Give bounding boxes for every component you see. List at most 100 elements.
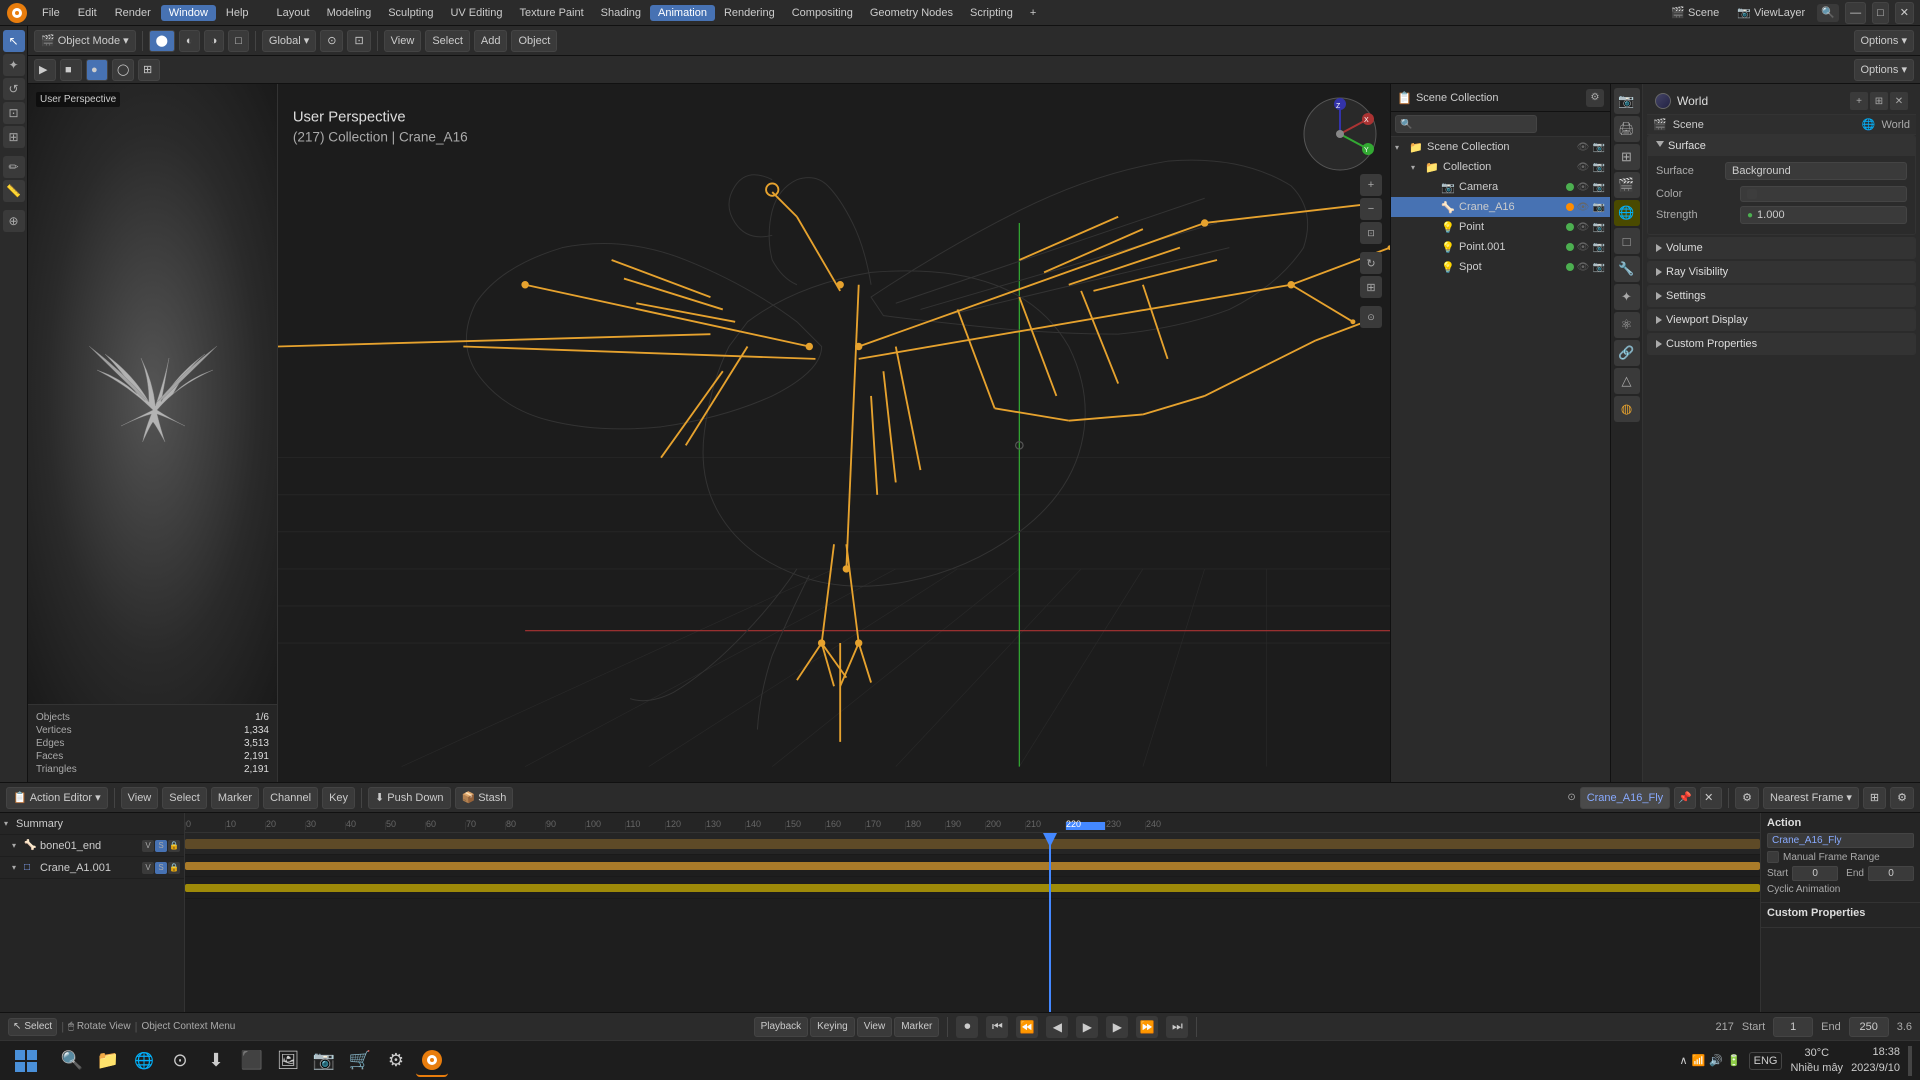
vp-zoom-out[interactable]: − — [1360, 198, 1382, 220]
view-shading-material[interactable]: ◐ — [179, 30, 200, 52]
ws-compositing[interactable]: Compositing — [784, 5, 861, 21]
start-button[interactable] — [8, 1043, 44, 1079]
skip-start-btn[interactable]: ⏮ — [986, 1016, 1008, 1038]
tool-move[interactable]: ✦ — [3, 54, 25, 76]
tree-collection[interactable]: ▾ 📁 Collection 👁 📷 — [1391, 157, 1610, 177]
play-btn[interactable]: ▶ — [1076, 1016, 1098, 1038]
tl-settings-btn[interactable]: ⚙ — [1890, 787, 1914, 809]
viewport-display-header[interactable]: Viewport Display — [1648, 310, 1915, 330]
cam-eye[interactable]: 👁 — [1576, 182, 1590, 193]
tool-annotate[interactable]: ✏ — [3, 156, 25, 178]
record-btn[interactable]: ⏺ — [956, 1016, 978, 1038]
vp-tool3[interactable]: ● — [86, 59, 108, 81]
tl-view-menu[interactable]: View — [121, 787, 159, 809]
tool-scale[interactable]: ⊡ — [3, 102, 25, 124]
prev-keyframe-btn[interactable]: ◀ — [1046, 1016, 1068, 1038]
network-icon[interactable]: 📶 — [1692, 1054, 1706, 1067]
tool-cursor[interactable]: ⊕ — [3, 210, 25, 232]
surface-type-select[interactable]: Background — [1725, 162, 1907, 180]
tl-select-menu[interactable]: Select — [162, 787, 207, 809]
props-tab-physics[interactable]: ⚛ — [1614, 312, 1640, 338]
add-menu[interactable]: Add — [474, 30, 508, 52]
vp-editor-select[interactable]: 🎬 Object Mode ▾ — [34, 30, 136, 52]
menu-file[interactable]: File — [34, 5, 68, 21]
color-swatch[interactable] — [1747, 189, 1757, 199]
blender-logo[interactable] — [6, 2, 28, 24]
start-value[interactable]: 0 — [1792, 866, 1838, 881]
playback-dropdown[interactable]: Playback — [754, 1017, 809, 1037]
coll-eye[interactable]: 👁 — [1576, 162, 1590, 173]
volume-header[interactable]: Volume — [1648, 238, 1915, 258]
pt001-render[interactable]: 📷 — [1592, 242, 1606, 253]
tree-crane-a16[interactable]: 🦴 Crane_A16 👁 📷 — [1391, 197, 1610, 217]
color-value[interactable] — [1740, 186, 1907, 202]
vp-frame-all[interactable]: ⊡ — [1360, 222, 1382, 244]
menu-help[interactable]: Help — [218, 5, 257, 21]
taskbar-terminal[interactable]: ⬛ — [236, 1045, 268, 1077]
start-frame-input[interactable] — [1773, 1017, 1813, 1037]
outliner-filter[interactable]: ⚙ — [1586, 89, 1604, 107]
navigation-widget[interactable]: X Y Z — [1300, 94, 1380, 174]
tree-scene-collection[interactable]: ▾ 📁 Scene Collection 👁 📷 — [1391, 137, 1610, 157]
manual-frame-checkbox[interactable] — [1767, 851, 1779, 863]
view-shading-rendered[interactable]: ◑ — [204, 30, 225, 52]
crane-eye[interactable]: 👁 — [1576, 202, 1590, 213]
language-indicator[interactable]: ENG — [1749, 1052, 1783, 1070]
settings-header[interactable]: Settings — [1648, 286, 1915, 306]
view-dropdown[interactable]: View — [857, 1017, 893, 1037]
tree-point001[interactable]: 💡 Point.001 👁 📷 — [1391, 237, 1610, 257]
main-3d-viewport[interactable]: .grid-line { stroke: #2a2a2a; stroke-wid… — [278, 84, 1390, 782]
props-tab-render[interactable]: 📷 — [1614, 88, 1640, 114]
taskbar-edge[interactable]: 🌐 — [128, 1045, 160, 1077]
world-browse-btn[interactable]: ⊞ — [1870, 92, 1888, 110]
volume-icon[interactable]: 🔊 — [1709, 1054, 1723, 1067]
vp-local[interactable]: ⊙ — [1360, 306, 1382, 328]
ws-shading[interactable]: Shading — [593, 5, 649, 21]
viewport-overlays[interactable]: ⊙ — [320, 30, 343, 52]
bone-vis-icon[interactable]: V — [142, 840, 154, 852]
ws-uv[interactable]: UV Editing — [442, 5, 510, 21]
props-tab-output[interactable]: 🖨 — [1614, 116, 1640, 142]
tl-summary-row[interactable]: ▾ Summary — [0, 813, 184, 835]
view-shading-wire[interactable]: □ — [228, 30, 249, 52]
global-local[interactable]: Global ▾ — [262, 30, 316, 52]
crane-vis-icon[interactable]: V — [142, 862, 154, 874]
ws-sculpting[interactable]: Sculpting — [380, 5, 441, 21]
props-tab-world[interactable]: 🌐 — [1614, 200, 1640, 226]
crane-render[interactable]: 📷 — [1592, 202, 1606, 213]
props-tab-modifier[interactable]: 🔧 — [1614, 256, 1640, 282]
vp-tool4[interactable]: ◯ — [112, 59, 134, 81]
options-btn-2[interactable]: Options ▾ — [1854, 59, 1915, 81]
action-name-link[interactable]: Crane_A16_Fly — [1767, 833, 1914, 848]
vp-orbit[interactable]: ↻ — [1360, 252, 1382, 274]
strength-value[interactable]: ● 1.000 — [1740, 206, 1907, 224]
tree-camera[interactable]: 📷 Camera 👁 📷 — [1391, 177, 1610, 197]
props-tab-scene[interactable]: 🎬 — [1614, 172, 1640, 198]
object-menu[interactable]: Object — [511, 30, 557, 52]
tool-measure[interactable]: 📏 — [3, 180, 25, 202]
pt-render[interactable]: 📷 — [1592, 222, 1606, 233]
keying-dropdown[interactable]: Keying — [810, 1017, 855, 1037]
bone-sel-icon[interactable]: S — [155, 840, 167, 852]
action-name-field[interactable]: Crane_A16_Fly — [1580, 787, 1670, 809]
tool-select[interactable]: ↖ — [3, 30, 25, 52]
search-btn[interactable]: 🔍 — [1817, 4, 1839, 22]
taskbar-store[interactable]: 🛒 — [344, 1045, 376, 1077]
taskbar-file-explorer[interactable]: 📁 — [92, 1045, 124, 1077]
window-minimize[interactable]: — — [1845, 2, 1866, 24]
options-btn[interactable]: Options ▾ — [1854, 30, 1915, 52]
ws-layout[interactable]: Layout — [269, 5, 318, 21]
props-tab-viewlayer[interactable]: ⊞ — [1614, 144, 1640, 170]
tl-crane-row[interactable]: ▾ □ Crane_A1.001 V S 🔒 — [0, 857, 184, 879]
spot-render[interactable]: 📷 — [1592, 262, 1606, 273]
next-frame-btn[interactable]: ⏩ — [1136, 1016, 1158, 1038]
props-tab-material[interactable]: ◍ — [1614, 396, 1640, 422]
taskbar-blender[interactable] — [416, 1045, 448, 1077]
vp-tool2[interactable]: ■ — [60, 59, 82, 81]
props-tab-particles[interactable]: ✦ — [1614, 284, 1640, 310]
ray-visibility-header[interactable]: Ray Visibility — [1648, 262, 1915, 282]
ws-rendering[interactable]: Rendering — [716, 5, 783, 21]
window-maximize[interactable]: □ — [1872, 2, 1889, 24]
ws-add[interactable]: + — [1022, 5, 1044, 21]
push-down-btn[interactable]: ⬇ Push Down — [368, 787, 450, 809]
